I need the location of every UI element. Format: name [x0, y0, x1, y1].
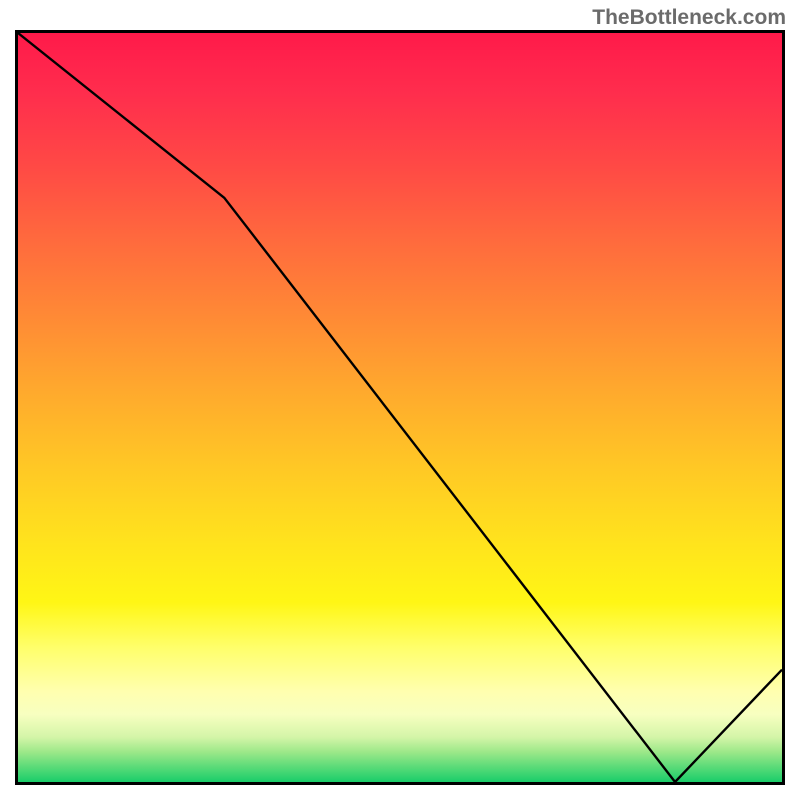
chart-container: TheBottleneck.com [0, 0, 800, 800]
plot-area [15, 30, 785, 785]
line-plot [18, 33, 782, 782]
data-line [18, 33, 782, 782]
watermark-text: TheBottleneck.com [592, 6, 786, 30]
